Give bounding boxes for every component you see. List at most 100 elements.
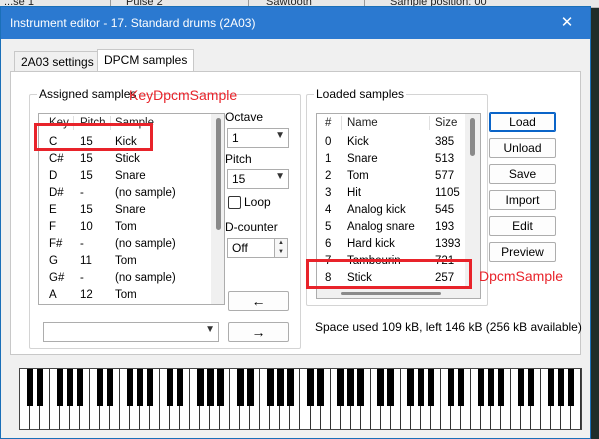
piano-black-key[interactable] xyxy=(547,369,555,406)
piano-black-key[interactable] xyxy=(277,369,284,406)
loop-checkbox[interactable] xyxy=(228,196,241,209)
assigned-row[interactable]: F 10 Tom xyxy=(39,220,211,237)
size-cell: 545 xyxy=(435,204,455,216)
piano-black-key[interactable] xyxy=(147,369,154,406)
piano-black-key[interactable] xyxy=(317,369,324,406)
piano-black-key[interactable] xyxy=(387,369,394,406)
piano-black-key[interactable] xyxy=(267,369,274,406)
piano-black-key[interactable] xyxy=(307,369,314,406)
key-cell: D xyxy=(49,170,58,182)
assigned-row[interactable]: A 12 Tom xyxy=(39,288,211,304)
piano-black-key[interactable] xyxy=(477,369,485,406)
preview-button[interactable]: Preview xyxy=(489,242,556,262)
pitch-cell: 15 xyxy=(80,153,93,165)
assigned-row[interactable]: E 15 Snare xyxy=(39,203,211,220)
assigned-row[interactable]: C# 15 Stick xyxy=(39,152,211,169)
loaded-sample-row[interactable]: 6 Hard kick 1393 xyxy=(317,237,465,254)
piano-black-key[interactable] xyxy=(167,369,174,406)
column-header-size[interactable]: Size xyxy=(435,117,457,135)
piano-black-key[interactable] xyxy=(357,369,364,406)
import-button[interactable]: Import xyxy=(489,190,556,210)
key-cell: G# xyxy=(49,272,65,284)
piano-black-key[interactable] xyxy=(126,369,134,406)
scrollbar-thumb[interactable] xyxy=(216,118,221,230)
piano-keyboard[interactable] xyxy=(19,368,582,430)
loaded-sample-row[interactable]: 4 Analog kick 545 xyxy=(317,203,465,220)
piano-black-key[interactable] xyxy=(96,369,104,406)
piano-black-key[interactable] xyxy=(287,369,294,406)
piano-black-key[interactable] xyxy=(427,369,434,406)
piano-black-key[interactable] xyxy=(457,369,464,406)
assigned-row[interactable]: G 11 Tom xyxy=(39,254,211,271)
piano-black-key[interactable] xyxy=(26,369,34,406)
column-header-name[interactable]: Name xyxy=(347,117,378,135)
hscrollbar-thumb[interactable] xyxy=(341,292,441,295)
loaded-sample-row[interactable]: 5 Analog snare 193 xyxy=(317,220,465,237)
piano-black-key[interactable] xyxy=(56,369,64,406)
piano-black-key[interactable] xyxy=(447,369,454,406)
key-dpcm-sample-annotation: KeyDpcmSample xyxy=(129,87,238,103)
load-button[interactable]: Load xyxy=(489,112,556,132)
piano-black-key[interactable] xyxy=(377,369,384,406)
assigned-row[interactable]: D# - (no sample) xyxy=(39,186,211,203)
dcounter-field[interactable]: Off xyxy=(227,238,275,258)
spin-up-icon[interactable]: ▲ xyxy=(275,239,287,248)
piano-black-key[interactable] xyxy=(517,369,525,406)
size-cell: 385 xyxy=(435,136,455,148)
assigned-row[interactable]: D 15 Snare xyxy=(39,169,211,186)
pitch-select[interactable]: 15 ▼ xyxy=(227,169,289,189)
loaded-sample-row[interactable]: 0 Kick 385 xyxy=(317,135,465,152)
piano-black-key[interactable] xyxy=(557,369,565,406)
close-icon[interactable]: ✕ xyxy=(557,14,577,32)
pitch-cell: 12 xyxy=(80,289,93,301)
piano-black-key[interactable] xyxy=(417,369,424,406)
assigned-row[interactable]: G# - (no sample) xyxy=(39,271,211,288)
chevron-down-icon: ▼ xyxy=(275,130,285,141)
loaded-list-hscrollbar[interactable] xyxy=(317,289,465,298)
save-button[interactable]: Save xyxy=(489,164,556,184)
piano-black-key[interactable] xyxy=(487,369,495,406)
piano-black-key[interactable] xyxy=(36,369,44,406)
piano-black-key[interactable] xyxy=(527,369,535,406)
name-cell: Analog kick xyxy=(347,204,406,216)
piano-black-key[interactable] xyxy=(197,369,204,406)
key-cell: F# xyxy=(49,238,63,250)
piano-black-key[interactable] xyxy=(497,369,505,406)
piano-black-key[interactable] xyxy=(76,369,84,406)
piano-black-key[interactable] xyxy=(217,369,224,406)
edit-button[interactable]: Edit xyxy=(489,216,556,236)
piano-black-key[interactable] xyxy=(347,369,354,406)
tab-2a03-settings[interactable]: 2A03 settings xyxy=(14,51,101,73)
key-cell: F xyxy=(49,221,57,233)
column-header-index[interactable]: # xyxy=(325,117,331,135)
piano-black-key[interactable] xyxy=(137,369,144,406)
sample-cell: (no sample) xyxy=(115,238,176,250)
piano-black-key[interactable] xyxy=(106,369,114,406)
index-cell: 0 xyxy=(325,136,332,148)
piano-black-key[interactable] xyxy=(207,369,214,406)
octave-select[interactable]: 1 ▼ xyxy=(227,128,289,148)
dcounter-spinner[interactable]: ▲ ▼ xyxy=(274,238,288,258)
sample-select[interactable]: ▼ xyxy=(43,322,219,342)
loaded-sample-row[interactable]: 2 Tom 577 xyxy=(317,169,465,186)
piano-black-key[interactable] xyxy=(177,369,184,406)
tab-dpcm-samples[interactable]: DPCM samples xyxy=(97,49,195,72)
unassign-arrow-button[interactable]: ← xyxy=(228,291,289,311)
assigned-row[interactable]: F# - (no sample) xyxy=(39,237,211,254)
piano-black-key[interactable] xyxy=(237,369,244,406)
loaded-sample-row[interactable]: 1 Snare 513 xyxy=(317,152,465,169)
piano-black-key[interactable] xyxy=(407,369,414,406)
piano-black-key[interactable] xyxy=(66,369,74,406)
piano-black-key[interactable] xyxy=(337,369,344,406)
name-cell: Tom xyxy=(347,170,369,182)
loaded-sample-row[interactable]: 3 Hit 1105 xyxy=(317,186,465,203)
scrollbar-thumb[interactable] xyxy=(470,118,475,156)
unload-button[interactable]: Unload xyxy=(489,138,556,158)
title-bar[interactable]: Instrument editor - 17. Standard drums (… xyxy=(1,7,590,39)
piano-black-key[interactable] xyxy=(567,369,575,406)
key-cell: C# xyxy=(49,153,64,165)
piano-black-key[interactable] xyxy=(247,369,254,406)
assigned-list-scrollbar[interactable] xyxy=(211,114,224,304)
spin-down-icon[interactable]: ▼ xyxy=(275,248,287,257)
assign-arrow-button[interactable]: → xyxy=(228,322,289,342)
